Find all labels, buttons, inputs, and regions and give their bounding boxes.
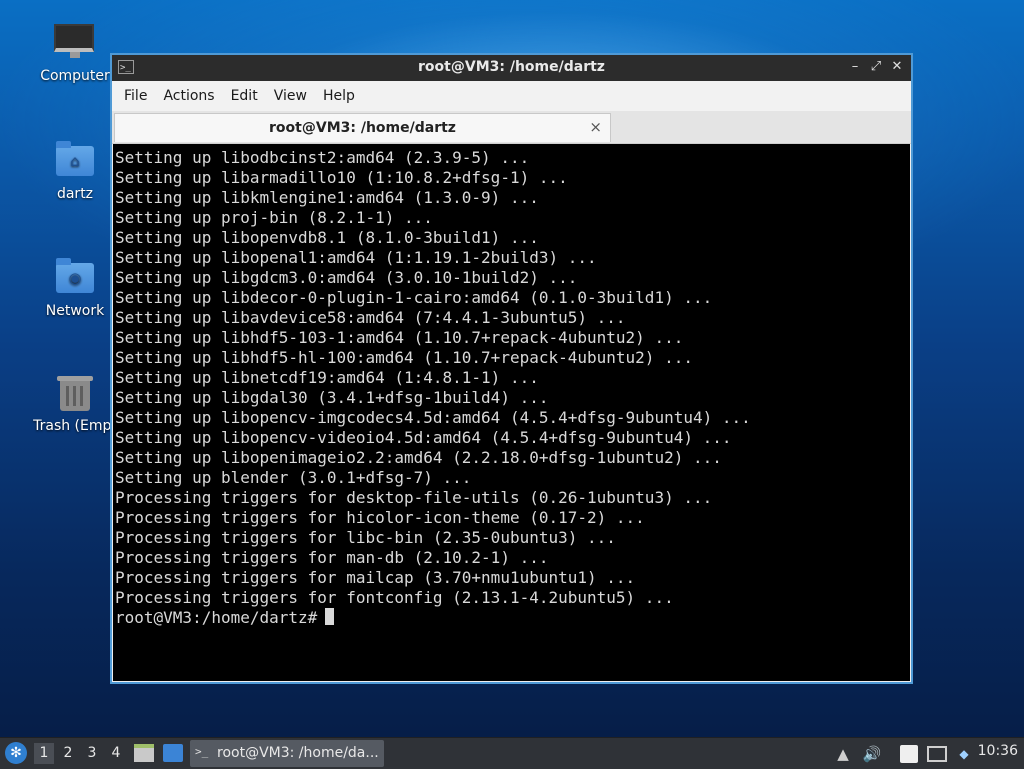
terminal-line: Processing triggers for libc-bin (2.35-0… [115, 528, 616, 547]
computer-icon [54, 22, 96, 64]
text-cursor [325, 608, 335, 625]
desktop-icon-label: Network [45, 303, 105, 319]
window-titlebar[interactable]: >_ root@VM3: /home/dartz – ⤢ ✕ [112, 55, 911, 81]
tab-close-icon[interactable]: × [589, 118, 602, 136]
terminal-line: Setting up libavdevice58:amd64 (7:4.4.1-… [115, 308, 626, 327]
menubar: File Actions Edit View Help [112, 81, 911, 111]
desktop-icon-trash[interactable]: Trash (Empt [27, 372, 123, 434]
desktop-icon-computer[interactable]: Computer [27, 22, 123, 84]
taskbar: ✻ 1 2 3 4 >_ root@VM3: /home/da... ▲ 🔊 ◆… [0, 737, 1024, 769]
terminal-line: Processing triggers for hicolor-icon-the… [115, 508, 645, 527]
tab-title: root@VM3: /home/dartz [269, 120, 456, 136]
terminal-line: Processing triggers for mailcap (3.70+nm… [115, 568, 636, 587]
clipboard-icon[interactable] [900, 745, 918, 763]
start-menu-icon[interactable]: ✻ [5, 742, 27, 764]
upload-icon[interactable]: ▲ [834, 744, 852, 764]
terminal-line: Setting up libkmlengine1:amd64 (1.3.0-9)… [115, 188, 539, 207]
workspace-2[interactable]: 2 [58, 743, 78, 764]
terminal-task-icon: >_ [195, 745, 209, 758]
terminal-line: Setting up libarmadillo10 (1:10.8.2+dfsg… [115, 168, 568, 187]
desktop-icon-label: Computer [40, 68, 110, 84]
terminal-line: Setting up libnetcdf19:amd64 (1:4.8.1-1)… [115, 368, 539, 387]
maximize-icon[interactable]: ⤢ [868, 59, 884, 75]
terminal-line: Setting up libopenimageio2.2:amd64 (2.2.… [115, 448, 722, 467]
terminal-line: Processing triggers for man-db (2.10.2-1… [115, 548, 549, 567]
window-title: root@VM3: /home/dartz [418, 59, 605, 75]
clock[interactable]: 10:36 [978, 743, 1018, 759]
update-notifier-icon[interactable]: ◆ [955, 744, 973, 764]
terminal-line: Setting up libopenvdb8.1 (8.1.0-3build1)… [115, 228, 539, 247]
show-desktop-icon[interactable] [163, 744, 183, 762]
tab-bar: root@VM3: /home/dartz × [112, 111, 911, 144]
terminal-line: Setting up libhdf5-103-1:amd64 (1.10.7+r… [115, 328, 684, 347]
terminal-line: Setting up libhdf5-hl-100:amd64 (1.10.7+… [115, 348, 693, 367]
terminal-line: Setting up libopencv-videoio4.5d:amd64 (… [115, 428, 732, 447]
minimize-icon[interactable]: – [847, 59, 863, 75]
terminal-line: Setting up libopencv-imgcodecs4.5d:amd64… [115, 408, 751, 427]
task-label: root@VM3: /home/da... [217, 745, 379, 761]
workspace-1[interactable]: 1 [34, 743, 54, 764]
terminal-line: Processing triggers for desktop-file-uti… [115, 488, 713, 507]
terminal-line: Setting up libgdal30 (3.4.1+dfsg-1build4… [115, 388, 549, 407]
terminal-line: Setting up libgdcm3.0:amd64 (3.0.10-1bui… [115, 268, 578, 287]
file-manager-icon[interactable] [134, 744, 154, 762]
desktop-icon-home[interactable]: ⌂ dartz [27, 140, 123, 202]
menu-file[interactable]: File [116, 88, 155, 104]
terminal-line: Processing triggers for fontconfig (2.13… [115, 588, 674, 607]
terminal-line: Setting up blender (3.0.1+dfsg-7) ... [115, 468, 472, 487]
desktop-icon-label: Trash (Empt [33, 418, 117, 434]
terminal-prompt-line[interactable]: root@VM3:/home/dartz# [115, 608, 910, 628]
menu-view[interactable]: View [266, 88, 315, 104]
volume-icon[interactable]: 🔊 [862, 744, 882, 764]
trash-icon [54, 372, 96, 414]
menu-help[interactable]: Help [315, 88, 363, 104]
menu-actions[interactable]: Actions [155, 88, 222, 104]
desktop-icon-label: dartz [56, 186, 94, 202]
terminal-line: Setting up libdecor-0-plugin-1-cairo:amd… [115, 288, 713, 307]
workspace-3[interactable]: 3 [82, 743, 102, 764]
taskbar-task-terminal[interactable]: >_ root@VM3: /home/da... [190, 740, 384, 767]
terminal-line: Setting up proj-bin (8.2.1-1) ... [115, 208, 433, 227]
terminal-output[interactable]: Setting up libodbcinst2:amd64 (2.3.9-5) … [113, 144, 910, 681]
workspace-4[interactable]: 4 [106, 743, 126, 764]
home-folder-icon: ⌂ [54, 140, 96, 182]
desktop-icon-network[interactable]: ◉ Network [27, 257, 123, 319]
shell-prompt: root@VM3:/home/dartz# [115, 608, 318, 627]
terminal-line: Setting up libopenal1:amd64 (1:1.19.1-2b… [115, 248, 597, 267]
menu-edit[interactable]: Edit [223, 88, 266, 104]
terminal-window[interactable]: >_ root@VM3: /home/dartz – ⤢ ✕ File Acti… [110, 53, 913, 684]
network-status-icon[interactable] [927, 746, 947, 762]
network-folder-icon: ◉ [54, 257, 96, 299]
terminal-line: Setting up libodbcinst2:amd64 (2.3.9-5) … [115, 148, 530, 167]
tab-terminal[interactable]: root@VM3: /home/dartz × [114, 113, 611, 142]
close-icon[interactable]: ✕ [889, 59, 905, 75]
